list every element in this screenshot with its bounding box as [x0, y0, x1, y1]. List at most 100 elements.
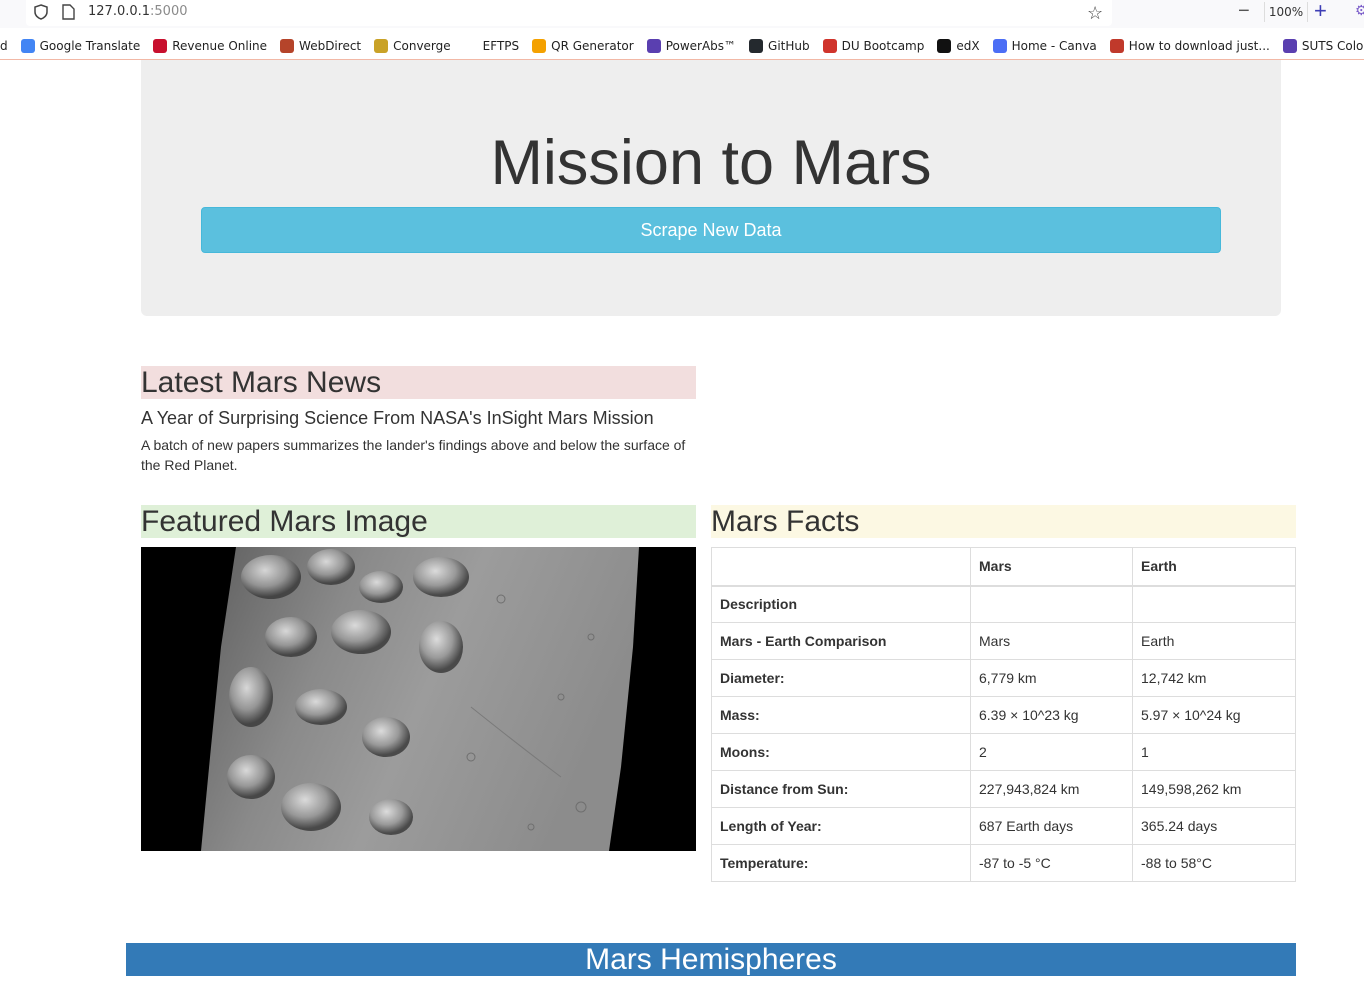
news-paragraph: A batch of new papers summarizes the lan…: [141, 437, 686, 473]
table-cell: [970, 585, 1133, 623]
bookmark-favicon-icon: [646, 38, 661, 53]
scrape-new-data-button[interactable]: Scrape New Data: [201, 207, 1221, 253]
row-label: Temperature:: [711, 844, 971, 882]
bookmark-item[interactable]: DU Bootcamp: [822, 38, 925, 53]
table-cell: Mars: [970, 622, 1133, 660]
table-row: Diameter: 6,779 km 12,742 km: [711, 659, 1296, 697]
bookmark-label: GitHub: [768, 38, 810, 53]
row-label: Description: [711, 585, 971, 623]
bookmark-item[interactable]: WebDirect: [280, 38, 362, 53]
table-row: Length of Year: 687 Earth days 365.24 days: [711, 807, 1296, 845]
bookmark-label: Home - Canva: [1011, 38, 1097, 53]
row-label: Moons:: [711, 733, 971, 771]
bookmark-item[interactable]: Converge: [374, 38, 451, 53]
bookmark-label: Google Translate: [39, 38, 141, 53]
bookmark-item[interactable]: GitHub: [749, 38, 810, 53]
bookmark-label: QR Generator: [551, 38, 634, 53]
table-cell: [1132, 585, 1296, 623]
mars-surface-image: [201, 547, 639, 851]
row-label: Diameter:: [711, 659, 971, 697]
url-port: :5000: [150, 4, 188, 19]
page-title: Mission to Mars: [490, 128, 932, 198]
bookmark-item[interactable]: EFTPS: [463, 38, 520, 53]
mars-hemispheres-heading: Mars Hemispheres: [126, 943, 1296, 976]
extension-icon[interactable]: ⚙: [1355, 2, 1364, 19]
browser-toolbar: 127.0.0.1:5000 ☆ − 100% + ⚙: [0, 0, 1364, 28]
table-cell: 1: [1132, 733, 1296, 771]
bookmark-favicon-icon: [749, 38, 764, 53]
column-header: Mars: [970, 547, 1133, 587]
mars-facts-table: Mars Earth Description Mars - Earth Compa…: [711, 547, 1296, 882]
bookmark-item[interactable]: Google Translate: [20, 38, 141, 53]
bookmark-star-icon[interactable]: ☆: [1087, 3, 1103, 24]
table-cell: 149,598,262 km: [1132, 770, 1296, 808]
bookmark-favicon-icon: [822, 38, 837, 53]
table-cell: 12,742 km: [1132, 659, 1296, 697]
table-cell: 687 Earth days: [970, 807, 1133, 845]
jumbotron: Mission to Mars Scrape New Data: [141, 60, 1281, 316]
bookmarks-bar: d Google Translate Revenue Online WebDirect…: [0, 32, 1364, 60]
bookmark-favicon-icon: [532, 38, 547, 53]
table-row: Moons: 2 1: [711, 733, 1296, 771]
table-cell: 365.24 days: [1132, 807, 1296, 845]
column-header: [711, 547, 971, 587]
bookmark-item[interactable]: PowerAbs™: [646, 38, 737, 53]
row-label: Distance from Sun:: [711, 770, 971, 808]
bookmark-item[interactable]: QR Generator: [532, 38, 634, 53]
news-title: A Year of Surprising Science From NASA's…: [141, 408, 654, 428]
bookmark-label: How to download just...: [1128, 38, 1270, 53]
bookmark-label: WebDirect: [299, 38, 362, 53]
table-cell: 5.97 × 10^24 kg: [1132, 696, 1296, 734]
zoom-out-icon[interactable]: −: [1238, 0, 1250, 23]
bookmark-favicon-icon: [1109, 38, 1124, 53]
row-label: Mass:: [711, 696, 971, 734]
bookmark-item[interactable]: Home - Canva: [992, 38, 1097, 53]
bookmark-label: EFTPS: [482, 38, 520, 53]
address-bar[interactable]: [26, 0, 1112, 26]
table-cell: 227,943,824 km: [970, 770, 1133, 808]
table-header-row: Mars Earth: [711, 547, 1296, 587]
bookmark-favicon-icon: [463, 38, 478, 53]
bookmark-item[interactable]: d: [0, 39, 8, 53]
table-row: Temperature: -87 to -5 °C -88 to 58°C: [711, 844, 1296, 882]
bookmark-favicon-icon: [153, 38, 168, 53]
zoom-level[interactable]: 100%: [1264, 2, 1308, 22]
bookmark-favicon-icon: [374, 38, 389, 53]
bookmark-item[interactable]: SUTS Colorado Depart...: [1282, 38, 1364, 53]
bookmark-label: SUTS Colorado Depart...: [1301, 38, 1364, 53]
bookmark-label: Revenue Online: [172, 38, 268, 53]
bookmark-label: edX: [956, 38, 980, 53]
bookmark-favicon-icon: [20, 38, 35, 53]
bookmark-label: PowerAbs™: [665, 38, 737, 53]
column-header: Earth: [1132, 547, 1296, 587]
featured-mars-image: [141, 547, 696, 851]
bookmark-favicon-icon: [1282, 38, 1297, 53]
bookmark-item[interactable]: edX: [937, 38, 980, 53]
table-cell: 6,779 km: [970, 659, 1133, 697]
table-row: Mars - Earth Comparison Mars Earth: [711, 622, 1296, 660]
table-row: Distance from Sun: 227,943,824 km 149,598,…: [711, 770, 1296, 808]
zoom-in-icon[interactable]: +: [1314, 0, 1327, 24]
page-icon: [62, 4, 75, 20]
shield-icon[interactable]: [34, 4, 48, 20]
bookmark-label: d: [0, 38, 8, 53]
table-cell: 2: [970, 733, 1133, 771]
bookmark-favicon-icon: [280, 38, 295, 53]
row-label: Length of Year:: [711, 807, 971, 845]
url-text[interactable]: 127.0.0.1:5000: [88, 4, 188, 19]
bookmark-item[interactable]: Revenue Online: [153, 38, 268, 53]
bookmark-label: DU Bootcamp: [841, 38, 925, 53]
bookmark-item[interactable]: How to download just...: [1109, 38, 1270, 53]
table-cell: -88 to 58°C: [1132, 844, 1296, 882]
table-cell: 6.39 × 10^23 kg: [970, 696, 1133, 734]
bookmark-favicon-icon: [937, 38, 952, 53]
row-label: Mars - Earth Comparison: [711, 622, 971, 660]
table-cell: -87 to -5 °C: [970, 844, 1133, 882]
table-row: Mass: 6.39 × 10^23 kg 5.97 × 10^24 kg: [711, 696, 1296, 734]
news-heading: Latest Mars News: [141, 366, 696, 399]
bookmark-label: Converge: [393, 38, 451, 53]
mars-facts-heading: Mars Facts: [711, 505, 1296, 538]
bookmark-favicon-icon: [992, 38, 1007, 53]
table-row: Description: [711, 585, 1296, 623]
table-cell: Earth: [1132, 622, 1296, 660]
